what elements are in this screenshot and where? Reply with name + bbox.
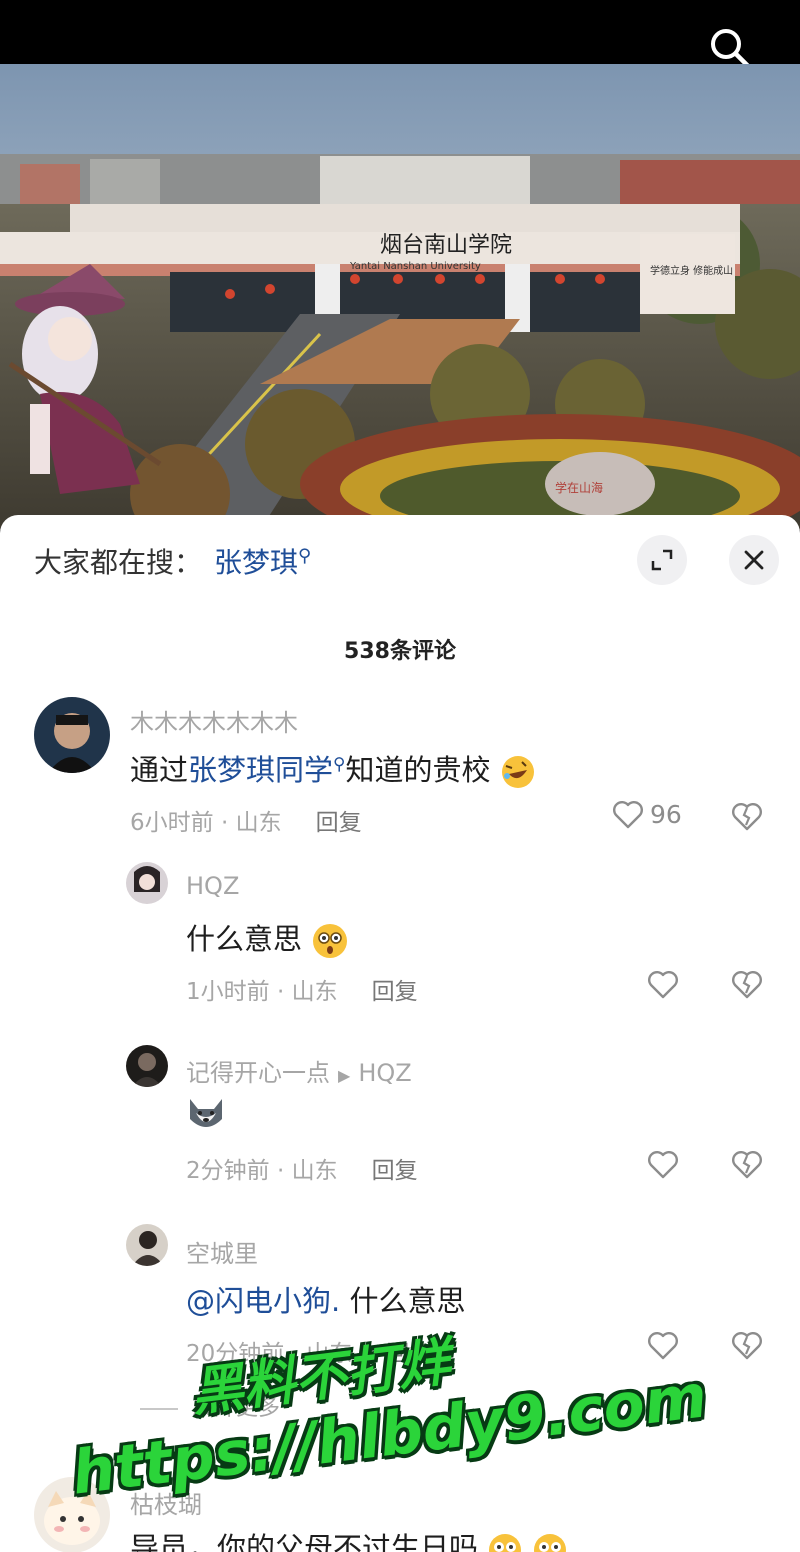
- trending-keyword[interactable]: 张梦琪: [214, 546, 298, 579]
- comment-username-text[interactable]: 记得开心一点: [186, 1059, 330, 1087]
- shocked-emoji-icon: [313, 924, 348, 958]
- comment-time: 6小时前: [130, 810, 214, 836]
- reply-button[interactable]: 回复: [316, 810, 362, 836]
- top-bar: [0, 0, 800, 69]
- comment-count: 538条评论: [344, 639, 456, 664]
- comment-meta: 1小时前 · 山东 回复: [186, 979, 418, 1005]
- comment-location: 山东: [235, 810, 282, 836]
- like-count: 96: [650, 799, 682, 829]
- comment-time: 2分钟前: [186, 1158, 270, 1184]
- mention-link[interactable]: @闪电小狗.: [186, 1284, 340, 1318]
- avatar[interactable]: [126, 1224, 168, 1266]
- heart-icon: [613, 801, 643, 829]
- comment-text: 导员，你的父母不过生日吗: [130, 1525, 568, 1552]
- reply-arrow-icon: ▶: [338, 1066, 351, 1085]
- comment-text-part: 什么意思: [186, 922, 303, 956]
- rofl-emoji-icon: [501, 756, 534, 788]
- comment-text: 什么意思: [186, 916, 349, 960]
- reply-to-username[interactable]: HQZ: [358, 1059, 411, 1087]
- comment-meta: 2分钟前 · 山东 回复: [186, 1158, 418, 1184]
- close-button[interactable]: [729, 535, 779, 585]
- comment-meta: 6小时前 · 山东 回复: [130, 810, 362, 836]
- avatar[interactable]: [34, 697, 110, 773]
- comment-text: [186, 1095, 226, 1133]
- comment-text: @闪电小狗. 什么意思: [186, 1278, 465, 1320]
- comment-text-part: 知道的贵校: [345, 753, 491, 787]
- video-player[interactable]: 烟台南山学院 Yantai Nanshan University 学德立身 修能…: [0, 64, 800, 530]
- heart-icon[interactable]: [647, 969, 679, 999]
- trending-prefix: 大家都在搜：: [34, 546, 203, 579]
- broken-heart-icon[interactable]: [731, 1149, 763, 1179]
- comment-keyword-link[interactable]: 张梦琪同学: [188, 753, 333, 787]
- gate-sign-en: Yantai Nanshan University: [349, 261, 481, 272]
- broken-heart-icon[interactable]: [731, 969, 763, 999]
- comment-username[interactable]: 空城里: [186, 1234, 258, 1269]
- divider: [140, 1408, 178, 1410]
- comment-time: 1小时前: [186, 979, 270, 1005]
- broken-heart-icon[interactable]: [731, 801, 763, 831]
- expand-icon: [651, 549, 673, 571]
- reply-item: 记得开心一点 ▶ HQZ 2分钟前 · 山东 回复: [0, 1043, 800, 1193]
- broken-heart-icon[interactable]: [731, 1330, 763, 1360]
- reply-button[interactable]: 回复: [372, 1158, 418, 1184]
- heart-icon[interactable]: [647, 1330, 679, 1360]
- comment-location: 山东: [291, 1158, 338, 1184]
- comment-item: 木木木木木木木 通过张梦琪同学⚲知道的贵校 6小时前 · 山东 回复 96: [0, 695, 800, 845]
- comment-username[interactable]: 木木木木木木木: [130, 703, 298, 738]
- comment-text-part: 通过: [130, 753, 189, 787]
- stone-inscription: 学在山海: [555, 480, 603, 495]
- comment-username[interactable]: HQZ: [186, 872, 239, 900]
- comment-text-part: 什么意思: [349, 1284, 466, 1318]
- avatar[interactable]: [126, 862, 168, 904]
- reply-item: HQZ 什么意思 1小时前 · 山东 回复: [0, 860, 800, 1010]
- expand-button[interactable]: [637, 535, 687, 585]
- gate-motto: 学德立身 修能成山: [650, 264, 733, 277]
- avatar[interactable]: [126, 1045, 168, 1087]
- campus-gate-image: 烟台南山学院 Yantai Nanshan University 学德立身 修能…: [0, 64, 800, 530]
- comment-location: 山东: [291, 979, 338, 1005]
- comment-username: 记得开心一点 ▶ HQZ: [186, 1053, 412, 1088]
- trending-search[interactable]: 大家都在搜： 张梦琪⚲: [34, 541, 311, 581]
- search-icon: ⚲: [298, 545, 312, 567]
- heart-icon[interactable]: [647, 1149, 679, 1179]
- comment-text-part: 导员，你的父母不过生日吗: [130, 1531, 479, 1552]
- reply-button[interactable]: 回复: [372, 979, 418, 1005]
- husky-dog-emoji-icon: [190, 1099, 222, 1127]
- gate-sign: 烟台南山学院: [380, 233, 512, 258]
- search-icon: ⚲: [333, 754, 346, 775]
- comment-text: 通过张梦琪同学⚲知道的贵校: [130, 747, 536, 790]
- shocked-emoji-icon: [534, 1534, 567, 1552]
- close-icon: [744, 550, 764, 570]
- shocked-emoji-icon: [489, 1534, 522, 1552]
- like-button[interactable]: 96: [612, 799, 682, 829]
